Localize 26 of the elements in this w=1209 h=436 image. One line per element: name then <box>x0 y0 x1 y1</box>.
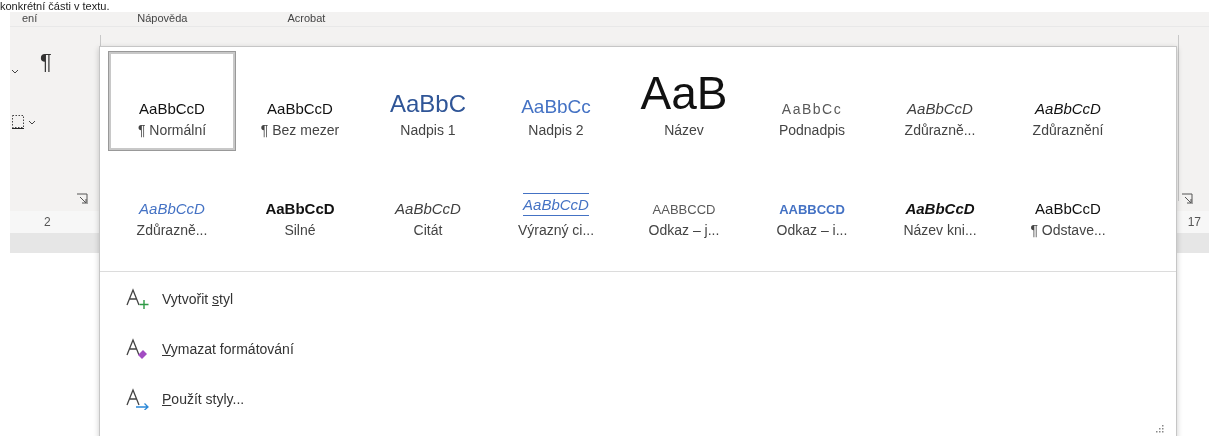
ribbon-tab[interactable]: Acrobat <box>287 12 326 25</box>
style-tile[interactable]: AaBbCcD ¶ Normální <box>108 51 236 151</box>
style-tile[interactable]: AABBCCD Odkaz – i... <box>748 151 876 251</box>
style-tile[interactable]: AaB Název <box>620 51 748 151</box>
ribbon-tab[interactable]: ení <box>22 12 38 25</box>
style-tile[interactable]: AaBbCcD ¶ Bez mezer <box>236 51 364 151</box>
style-tile[interactable]: AaBbCcD Zdůraznění <box>1004 51 1132 151</box>
menu-item[interactable]: Vymazat formátování <box>126 336 294 362</box>
style-tile[interactable]: AaBbCcD Citát <box>364 151 492 251</box>
paragraph-mark-button[interactable]: ¶ <box>40 49 52 75</box>
style-tile[interactable]: AaBbCcD ¶ Odstave... <box>1004 151 1132 251</box>
style-tile[interactable]: AaBbCcD Název kni... <box>876 151 1004 251</box>
style-tile[interactable]: AaBbCcD Zdůrazně... <box>876 51 1004 151</box>
ribbon-tab[interactable]: Nápověda <box>137 12 188 25</box>
menu-item[interactable]: Použít styly... <box>126 386 245 412</box>
style-tile[interactable]: AaBbC Nadpis 1 <box>364 51 492 151</box>
ruler-number: 2 <box>44 215 51 229</box>
style-tile[interactable]: AaBbCcD Zdůrazně... <box>108 151 236 251</box>
style-tile[interactable]: AaBbCcD Silné <box>236 151 364 251</box>
style-tile[interactable]: AaBbCc Podnadpis <box>748 51 876 151</box>
style-tile[interactable]: AABBCCD Odkaz – j... <box>620 151 748 251</box>
ruler-number: 17 <box>1187 215 1201 229</box>
style-tile[interactable]: AaBbCc Nadpis 2 <box>492 51 620 151</box>
style-tile[interactable]: AaBbCcD Výrazný ci... <box>492 151 620 251</box>
document-text: konkrétní části v textu. <box>0 0 110 12</box>
menu-item[interactable]: Vytvořit styl <box>126 286 234 312</box>
